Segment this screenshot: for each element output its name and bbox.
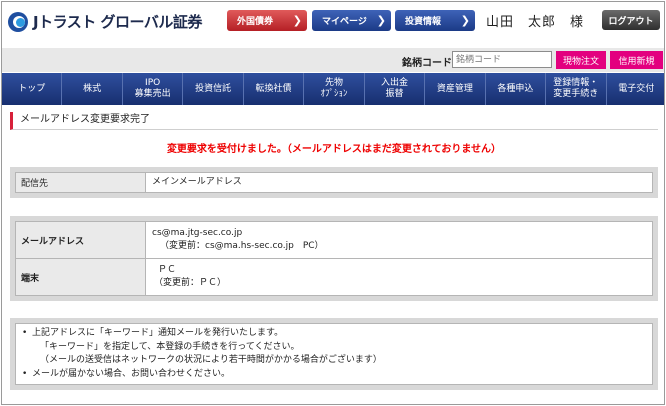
nav-top[interactable]: トップ	[2, 73, 63, 105]
table-row: 端末 ＰＣ （変更前：ＰＣ）	[15, 258, 653, 296]
chevron-right-icon: ❯	[292, 14, 302, 27]
info-item: 上記アドレスに「キーワード」通知メールを発行いたします。 「キーワード」を指定し…	[22, 327, 646, 368]
nav-registration[interactable]: 登録情報・ 変更手続き	[546, 73, 607, 105]
delivery-table: 配信先 メインメールアドレス	[15, 172, 653, 193]
stock-code-label: 銘柄コード	[402, 58, 452, 69]
page-frame: Jトラスト グローバル証券 外国債券 ❯ マイページ ❯ 投資情報 ❯ 山田 太…	[1, 1, 665, 405]
logout-button[interactable]: ログアウト	[602, 10, 660, 30]
search-bar: 銘柄コード 現物注文 信用新規	[2, 48, 664, 72]
nav-ipo[interactable]: IPO 募集売出	[123, 73, 184, 105]
device-cell: ＰＣ （変更前：ＰＣ）	[145, 258, 653, 296]
logo-icon	[8, 11, 28, 32]
info-line-1: 上記アドレスに「キーワード」通知メールを発行いたします。	[32, 328, 284, 338]
stock-code-input[interactable]	[452, 51, 552, 68]
delivery-box: 配信先 メインメールアドレス	[10, 167, 658, 198]
main-nav: トップ 株式 IPO 募集売出 投資信託 転換社債 先物 ｵﾌﾟｼｮﾝ 入出金 …	[2, 73, 664, 105]
mypage-label: マイページ	[322, 17, 367, 27]
device-value: ＰＣ	[158, 265, 177, 275]
info-panel: 上記アドレスに「キーワード」通知メールを発行いたします。 「キーワード」を指定し…	[15, 323, 653, 385]
logo[interactable]: Jトラスト グローバル証券	[8, 11, 202, 32]
email-value: cs@ma.jtg-sec.co.jp	[152, 228, 243, 238]
logo-text: Jトラスト グローバル証券	[33, 13, 202, 31]
nav-fund[interactable]: 投資信託	[183, 73, 244, 105]
foreign-bond-label: 外国債券	[237, 17, 274, 27]
spot-order-button[interactable]: 現物注文	[556, 51, 606, 69]
email-prev-value: （変更前：cs@ma.hs-sec.co.jp PC）	[160, 241, 324, 251]
invest-info-label: 投資情報	[405, 17, 442, 27]
nav-deposit-transfer[interactable]: 入出金 振替	[365, 73, 426, 105]
table-row: 配信先 メインメールアドレス	[15, 172, 653, 193]
chevron-right-icon: ❯	[460, 14, 470, 27]
foreign-bond-button[interactable]: 外国債券 ❯	[227, 10, 307, 31]
chevron-right-icon: ❯	[376, 14, 386, 27]
info-line-3: （メールの送受信はネットワークの状況により若干時間がかかる場合がございます）	[40, 355, 382, 365]
mypage-button[interactable]: マイページ ❯	[312, 10, 391, 31]
nav-applications[interactable]: 各種申込	[486, 73, 547, 105]
details-box: メールアドレス cs@ma.jtg-sec.co.jp （変更前：cs@ma.h…	[10, 216, 658, 301]
nav-futures-options[interactable]: 先物 ｵﾌﾟｼｮﾝ	[304, 73, 365, 105]
email-cell: cs@ma.jtg-sec.co.jp （変更前：cs@ma.hs-sec.co…	[145, 221, 653, 259]
invest-info-button[interactable]: 投資情報 ❯	[395, 10, 475, 31]
device-prev-value: （変更前：ＰＣ）	[154, 278, 227, 288]
info-line-4: メールが届かない場合、お問い合わせください。	[32, 368, 231, 379]
delivery-value: メインメールアドレス	[145, 172, 653, 193]
device-label: 端末	[15, 258, 146, 296]
page-title: メールアドレス変更要求完了	[10, 112, 658, 130]
margin-new-button[interactable]: 信用新規	[610, 51, 663, 69]
user-name: 山田 太郎 様	[486, 15, 585, 30]
notice-message: 変更要求を受付けました。（メールアドレスはまだ変更されておりません）	[166, 144, 502, 155]
details-table: メールアドレス cs@ma.jtg-sec.co.jp （変更前：cs@ma.h…	[15, 221, 653, 296]
nav-stock[interactable]: 株式	[62, 73, 123, 105]
delivery-label: 配信先	[15, 172, 146, 193]
info-line-2: 「キーワード」を指定して、本登録の手続きを行ってください。	[40, 341, 300, 352]
nav-asset-management[interactable]: 資産管理	[425, 73, 486, 105]
info-item: メールが届かない場合、お問い合わせください。	[22, 368, 646, 382]
table-row: メールアドレス cs@ma.jtg-sec.co.jp （変更前：cs@ma.h…	[15, 221, 653, 259]
email-label: メールアドレス	[15, 221, 146, 259]
info-box: 上記アドレスに「キーワード」通知メールを発行いたします。 「キーワード」を指定し…	[10, 318, 658, 390]
nav-e-delivery[interactable]: 電子交付	[607, 73, 664, 105]
header: Jトラスト グローバル証券 外国債券 ❯ マイページ ❯ 投資情報 ❯ 山田 太…	[2, 2, 664, 40]
nav-convertible-bond[interactable]: 転換社債	[244, 73, 305, 105]
